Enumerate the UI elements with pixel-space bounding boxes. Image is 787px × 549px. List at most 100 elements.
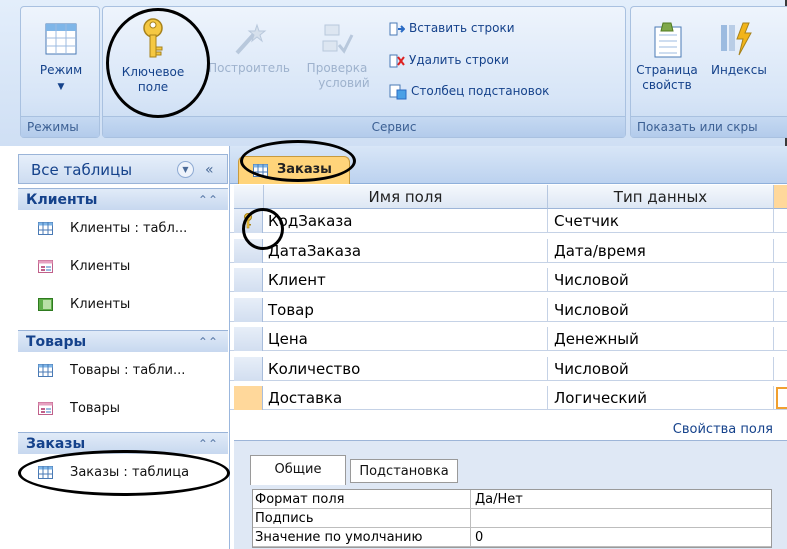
annotation-oval-key-row: [242, 208, 284, 250]
field-name-cell[interactable]: ДатаЗаказа: [264, 238, 548, 263]
field-row[interactable]: КодЗаказа Счетчик: [230, 209, 787, 233]
builder-button[interactable]: Построитель: [203, 21, 295, 76]
check-conditions-button[interactable]: Проверка условий: [301, 21, 373, 91]
delete-rows-label: Удалить строки: [409, 53, 509, 67]
nav-pane-title: Все таблицы: [31, 161, 133, 179]
field-name-cell[interactable]: Клиент: [264, 268, 548, 292]
field-row[interactable]: Количество Числовой: [230, 356, 787, 381]
group-footer-servis: Сервис: [103, 116, 625, 137]
description-cell-editor[interactable]: [776, 387, 787, 409]
nav-item-label: Товары: [70, 401, 121, 416]
data-type-cell[interactable]: Денежный: [548, 327, 774, 351]
property-sheet-icon: [654, 22, 682, 58]
property-name: Подпись: [255, 509, 471, 528]
column-header-field-name[interactable]: Имя поля: [264, 185, 548, 209]
data-type-cell[interactable]: Дата/время: [548, 238, 774, 263]
nav-item-tovary-table[interactable]: Товары : табли...: [18, 354, 228, 388]
property-sheet-button[interactable]: Страница свойств: [631, 21, 703, 93]
data-type-cell[interactable]: Числовой: [548, 356, 774, 381]
collapse-section-icon[interactable]: ⌃⌃: [198, 331, 218, 353]
document-area: Заказы Имя поля Тип данных КодЗаказа Счет…: [230, 146, 787, 549]
check-label-2: условий: [318, 76, 370, 90]
nav-item-klienty-table[interactable]: Клиенты : табл...: [18, 212, 228, 246]
insert-rows-button[interactable]: Вставить строки: [389, 19, 515, 37]
row-selector[interactable]: [234, 327, 263, 351]
collapse-section-icon[interactable]: ⌃⌃: [198, 433, 218, 455]
property-sheet-label-1: Страница: [636, 63, 698, 77]
builder-wand-icon: [235, 23, 267, 55]
annotation-oval-nav-item: [18, 450, 230, 496]
builder-label: Построитель: [208, 61, 290, 75]
row-selector-header[interactable]: [234, 185, 264, 209]
report-icon: [38, 298, 53, 311]
field-properties-label: Свойства поля: [672, 422, 773, 437]
check-label-1: Проверка: [306, 61, 368, 75]
group-rezhimy: Режим ▼ Режимы: [20, 6, 100, 138]
tab-lookup[interactable]: Подстановка: [350, 459, 458, 483]
field-row[interactable]: Товар Числовой: [230, 297, 787, 322]
group-footer-rezhimy: Режимы: [21, 116, 99, 137]
nav-menu-dropdown-icon[interactable]: ▼: [177, 161, 194, 178]
collapse-section-icon[interactable]: ⌃⌃: [198, 189, 218, 211]
group-show-hide: Страница свойств Индексы Показать или ск…: [630, 6, 787, 138]
insert-rows-label: Вставить строки: [409, 21, 515, 35]
lookup-column-button[interactable]: Столбец подстановок: [389, 82, 549, 100]
property-row[interactable]: Подпись: [253, 509, 771, 528]
nav-item-klienty-form[interactable]: Клиенты: [18, 250, 228, 284]
nav-item-tovary-form[interactable]: Товары: [18, 392, 228, 426]
form-icon: [38, 260, 53, 273]
property-row[interactable]: Формат поля Да/Нет: [253, 490, 771, 509]
nav-section-title: Заказы: [26, 436, 86, 452]
form-icon: [38, 402, 53, 415]
field-row[interactable]: Клиент Числовой: [230, 268, 787, 292]
indexes-button[interactable]: Индексы: [711, 21, 787, 78]
nav-item-label: Клиенты : табл...: [70, 221, 188, 236]
nav-section-title: Товары: [26, 334, 87, 350]
view-mode-button[interactable]: Режим ▼: [31, 21, 91, 95]
nav-section-title: Клиенты: [26, 192, 98, 208]
tab-general[interactable]: Общие: [250, 455, 346, 485]
column-header-data-type[interactable]: Тип данных: [548, 185, 774, 209]
delete-rows-icon: [389, 54, 405, 67]
insert-rows-icon: [389, 22, 406, 35]
row-selector[interactable]: [234, 297, 263, 322]
nav-item-label: Клиенты: [70, 259, 131, 274]
data-type-cell[interactable]: Логический: [548, 386, 774, 410]
row-selector[interactable]: [234, 268, 263, 292]
annotation-oval-tab: [240, 140, 356, 182]
field-name-cell[interactable]: КодЗаказа: [264, 209, 548, 233]
dropdown-arrow-icon: ▼: [57, 82, 65, 92]
table-icon: [38, 222, 53, 235]
collapse-pane-icon[interactable]: «: [205, 155, 214, 185]
field-name-cell[interactable]: Цена: [264, 327, 548, 351]
field-row[interactable]: Доставка Логический: [230, 386, 787, 410]
tab-label: Общие: [274, 462, 322, 477]
properties-table: Формат поля Да/Нет Подпись Значение по ум…: [252, 489, 772, 548]
field-row[interactable]: ДатаЗаказа Дата/время: [230, 238, 787, 263]
property-name: Формат поля: [255, 490, 471, 509]
nav-item-klienty-report[interactable]: Клиенты: [18, 288, 228, 322]
view-mode-label: Режим: [39, 63, 83, 77]
delete-rows-button[interactable]: Удалить строки: [389, 51, 509, 69]
column-header-description[interactable]: [774, 185, 787, 209]
group-footer-show-hide: Показать или скры: [631, 116, 787, 137]
field-row[interactable]: Цена Денежный: [230, 327, 787, 351]
nav-section-klienty[interactable]: Клиенты ⌃⌃: [18, 188, 228, 210]
field-name-cell[interactable]: Доставка: [264, 386, 548, 410]
property-value[interactable]: Да/Нет: [475, 490, 523, 509]
property-sheet-label-2: свойств: [642, 78, 692, 92]
property-value[interactable]: 0: [475, 528, 483, 547]
property-row[interactable]: Значение по умолчанию 0: [253, 528, 771, 547]
indexes-label: Индексы: [711, 63, 767, 77]
data-type-cell[interactable]: Числовой: [548, 297, 774, 322]
indexes-icon: [721, 22, 752, 56]
field-name-cell[interactable]: Количество: [264, 356, 548, 381]
row-selector[interactable]: [234, 356, 263, 381]
table-view-icon: [45, 23, 77, 55]
field-name-cell[interactable]: Товар: [264, 297, 548, 322]
nav-section-tovary[interactable]: Товары ⌃⌃: [18, 330, 228, 352]
row-selector[interactable]: [234, 386, 263, 410]
data-type-cell[interactable]: Счетчик: [548, 209, 774, 233]
data-type-cell[interactable]: Числовой: [548, 268, 774, 292]
nav-pane-header[interactable]: Все таблицы ▼ «: [18, 154, 228, 184]
